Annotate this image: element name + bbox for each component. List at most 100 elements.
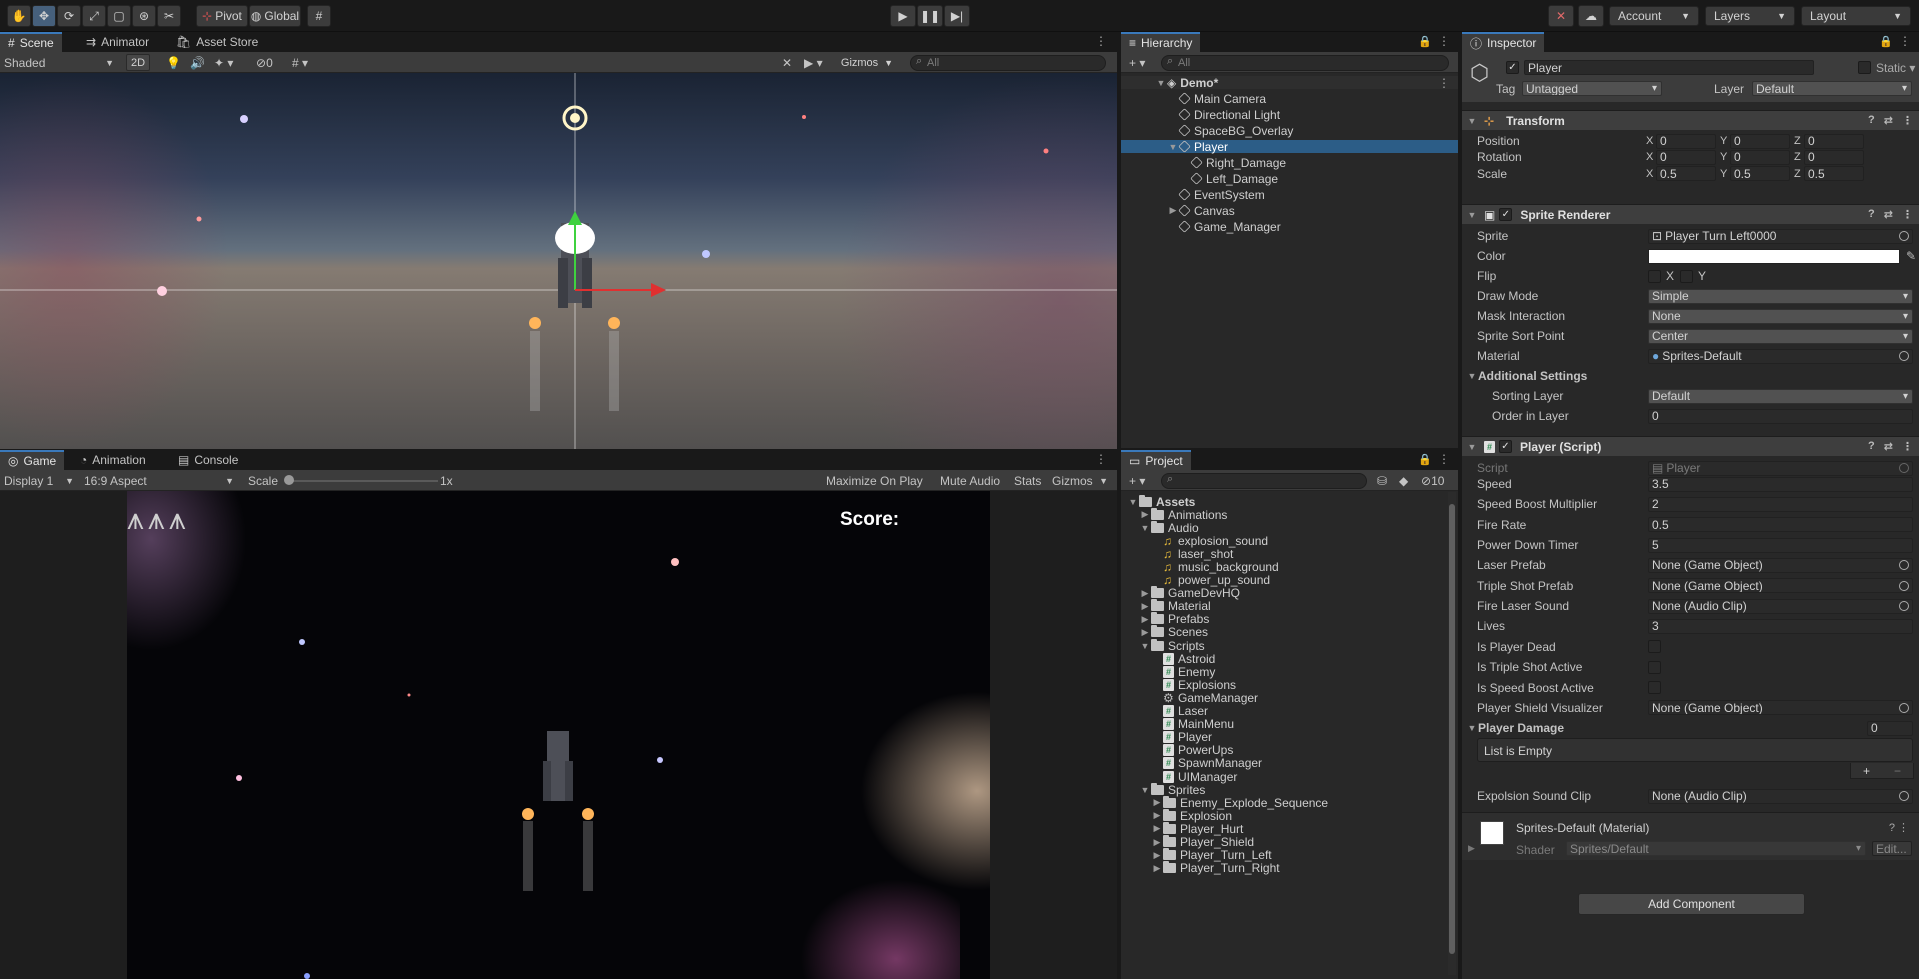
project-item[interactable]: ▶ Player_Turn_Left (1121, 848, 1446, 862)
project-item[interactable]: ♫ laser_shot (1121, 547, 1446, 561)
project-item[interactable]: ▶ Explosion (1121, 808, 1446, 823)
project-item[interactable]: ▼ Scripts (1121, 638, 1446, 653)
play-button[interactable]: ▶ (890, 5, 916, 27)
object-picker-icon[interactable] (1899, 560, 1909, 571)
project-item[interactable]: ♫ music_background (1121, 560, 1446, 574)
project-item[interactable]: ▶ Material (1121, 599, 1446, 613)
collab-icon[interactable]: ✕ (1548, 5, 1574, 27)
lock-icon[interactable]: 🔒 (1879, 35, 1893, 48)
project-item[interactable]: # Astroid (1121, 652, 1446, 666)
script-value-field[interactable]: 5 (1648, 537, 1913, 553)
transform-z-field[interactable]: 0.5 (1804, 166, 1864, 182)
chevron-right-icon[interactable]: ▶ (1139, 627, 1151, 638)
component-menu-icon[interactable]: ⋮ (1902, 114, 1913, 127)
project-search-input[interactable] (1161, 473, 1367, 489)
lock-icon[interactable]: 🔒 (1418, 453, 1432, 466)
layout-dropdown[interactable]: Layout ▼ (1801, 6, 1911, 26)
script-field-checkbox[interactable] (1648, 640, 1661, 654)
transform-z-field[interactable]: 0 (1804, 133, 1864, 149)
shading-dropdown[interactable]: Shaded ▼ (0, 54, 118, 71)
object-picker-icon[interactable] (1899, 580, 1909, 591)
help-icon[interactable]: ? (1868, 208, 1875, 221)
layer-dropdown[interactable]: Default (1752, 81, 1912, 96)
object-picker-icon[interactable] (1899, 351, 1909, 361)
script-field-checkbox[interactable] (1648, 660, 1661, 674)
display-dropdown[interactable]: Display 1 ▼ (0, 472, 78, 489)
gizmos-dropdown[interactable]: Gizmos ▼ (832, 54, 902, 71)
camera-icon[interactable]: ▶ ▾ (800, 54, 827, 71)
chevron-right-icon[interactable]: ▶ (1167, 205, 1179, 216)
global-toggle[interactable]: ◍ Global (249, 5, 301, 27)
aspect-dropdown[interactable]: 16:9 Aspect ▼ (80, 472, 238, 489)
project-item[interactable]: ▶ Prefabs (1121, 612, 1446, 626)
sprite-field[interactable]: ⊡ Player Turn Left0000 (1648, 228, 1913, 244)
object-reference-field[interactable]: None (Game Object) (1648, 578, 1913, 594)
hierarchy-item[interactable]: Left_Damage (1121, 172, 1458, 186)
cloud-icon[interactable]: ☁ (1578, 5, 1604, 27)
script-field-checkbox[interactable] (1648, 681, 1661, 694)
player-damage-size-field[interactable]: 0 (1867, 720, 1913, 736)
step-button[interactable]: ▶| (944, 5, 970, 27)
material-field[interactable]: ● Sprites-Default (1648, 348, 1913, 364)
project-item[interactable]: # MainMenu (1121, 717, 1446, 731)
help-icon[interactable]: ? (1868, 114, 1875, 127)
preset-icon[interactable]: ⇄ (1884, 208, 1893, 221)
hierarchy-item[interactable]: Game_Manager (1121, 220, 1458, 234)
chevron-right-icon[interactable]: ▶ (1151, 797, 1163, 808)
project-item[interactable]: ⚙ GameManager (1121, 691, 1446, 705)
transform-header[interactable]: ▼ ⊹ Transform ? ⇄ ⋮ (1462, 110, 1919, 130)
chevron-right-icon[interactable]: ▶ (1151, 850, 1163, 861)
effects-icon[interactable]: ✦ ▾ (210, 54, 237, 71)
hand-tool-icon[interactable]: ✋ (7, 5, 31, 27)
visibility-icon[interactable]: ⊘ 0 (252, 54, 277, 71)
game-viewport[interactable]: ⩚ ⩚ ⩚ Score: (127, 491, 990, 979)
chevron-down-icon[interactable]: ▼ (1139, 785, 1151, 795)
panel-menu-icon[interactable]: ⋮ (1438, 452, 1450, 466)
tab-game[interactable]: ◎ Game (0, 450, 65, 470)
project-item[interactable]: ▶ Player_Hurt (1121, 821, 1446, 836)
object-picker-icon[interactable] (1899, 601, 1909, 612)
project-scrollbar[interactable] (1448, 492, 1456, 975)
chevron-right-icon[interactable]: ▶ (1139, 614, 1151, 625)
tab-animator[interactable]: ⇉ Animator (78, 32, 157, 52)
project-item[interactable]: ▼ Sprites (1121, 782, 1446, 797)
sprite-renderer-enabled-checkbox[interactable]: ✓ (1499, 208, 1513, 221)
mute-audio-toggle[interactable]: Mute Audio (936, 472, 1004, 489)
sort-point-dropdown[interactable]: Center (1648, 328, 1913, 344)
project-item[interactable]: ▶ Player_Shield (1121, 835, 1446, 849)
project-item[interactable]: ▶ Animations (1121, 507, 1446, 522)
hierarchy-item[interactable]: ▼ Player (1121, 140, 1458, 154)
chevron-right-icon[interactable]: ▶ (1151, 823, 1163, 834)
maximize-on-play-toggle[interactable]: Maximize On Play (822, 472, 927, 489)
project-item[interactable]: ♫ power_up_sound (1121, 573, 1446, 587)
hierarchy-item[interactable]: EventSystem (1121, 188, 1458, 202)
transform-y-field[interactable]: 0 (1730, 149, 1790, 165)
pause-button[interactable]: ❚❚ (917, 5, 943, 27)
script-value-field[interactable]: 3.5 (1648, 476, 1913, 492)
panel-menu-icon[interactable]: ⋮ (1899, 34, 1911, 48)
custom-tool-icon[interactable]: ✂ (157, 5, 181, 27)
scale-slider-track[interactable] (288, 480, 438, 482)
project-item[interactable]: # PowerUps (1121, 743, 1446, 757)
component-menu-icon[interactable]: ⋮ (1898, 822, 1909, 834)
transform-x-field[interactable]: 0 (1656, 133, 1716, 149)
object-picker-icon[interactable] (1899, 702, 1909, 713)
additional-settings-row[interactable]: ▼ Additional Settings (1462, 368, 1919, 384)
component-menu-icon[interactable]: ⋮ (1902, 440, 1913, 453)
project-item[interactable]: ▼ Audio (1121, 520, 1446, 535)
shader-dropdown[interactable]: Sprites/Default (1566, 841, 1866, 856)
project-item[interactable]: ▶ GameDevHQ (1121, 586, 1446, 600)
assets-root-row[interactable]: ▼ Assets (1121, 494, 1446, 509)
hierarchy-item[interactable]: Main Camera (1121, 92, 1458, 106)
hierarchy-item[interactable]: Right_Damage (1121, 156, 1458, 170)
panel-menu-icon[interactable]: ⋮ (1438, 34, 1450, 48)
label-icon[interactable]: ◆ (1395, 472, 1412, 489)
transform-z-field[interactable]: 0 (1804, 149, 1864, 165)
sprite-renderer-header[interactable]: ▼ ▣ ✓ Sprite Renderer ? ⇄ ⋮ (1462, 204, 1919, 224)
chevron-right-icon[interactable]: ▶ (1151, 837, 1163, 848)
preset-icon[interactable]: ⇄ (1884, 114, 1893, 127)
scale-slider-thumb[interactable] (284, 475, 294, 485)
project-item[interactable]: # Explosions (1121, 678, 1446, 692)
object-name-field[interactable]: Player (1524, 60, 1814, 75)
scene-root-row[interactable]: ▼ ◈ Demo* ⋮ (1121, 76, 1458, 90)
